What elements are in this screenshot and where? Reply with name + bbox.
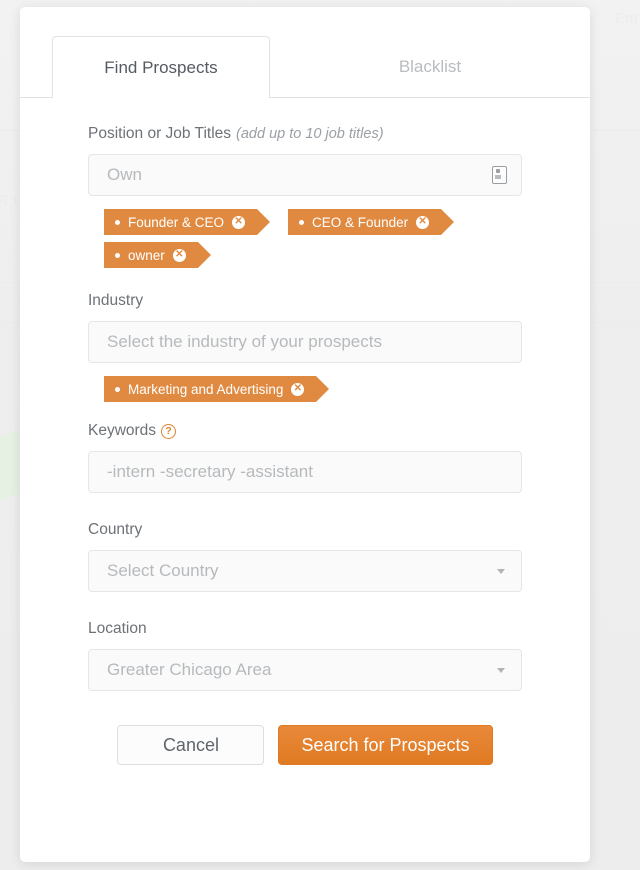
tag-bullet-icon <box>115 219 120 225</box>
position-tag-list: Founder & CEO ✕ CEO & Founder ✕ owner ✕ <box>104 209 522 268</box>
find-prospects-modal: Find Prospects Blacklist Position or Job… <box>20 7 590 862</box>
keywords-label-row: Keywords ? <box>88 422 522 440</box>
modal-footer: Cancel Search for Prospects <box>88 725 522 765</box>
modal-body: Position or Job Titles (add up to 10 job… <box>20 97 590 765</box>
country-select-value: Select Country <box>107 561 219 580</box>
tag-label: CEO & Founder <box>312 214 409 230</box>
country-label-row: Country <box>88 521 522 539</box>
tag-remove-icon[interactable]: ✕ <box>172 248 186 262</box>
cancel-button[interactable]: Cancel <box>117 725 265 765</box>
position-label-hint: (add up to 10 job titles) <box>236 126 384 142</box>
tag-label: Founder & CEO <box>128 214 225 230</box>
position-input-wrapper[interactable]: Own <box>88 154 522 196</box>
industry-tag-list: Marketing and Advertising ✕ <box>104 376 522 402</box>
position-input[interactable]: Own <box>107 165 492 185</box>
search-for-prospects-button[interactable]: Search for Prospects <box>278 725 493 765</box>
industry-label: Industry <box>88 292 144 309</box>
keywords-input-wrapper[interactable]: -intern -secretary -assistant <box>88 451 522 493</box>
position-label-row: Position or Job Titles (add up to 10 job… <box>88 125 522 143</box>
tag-bullet-icon <box>115 386 120 392</box>
chevron-down-icon <box>497 568 505 574</box>
industry-input-wrapper[interactable]: Select the industry of your prospects <box>88 321 522 363</box>
tag-bullet-icon <box>115 252 120 258</box>
tag-label: Marketing and Advertising <box>128 381 284 397</box>
location-select[interactable]: Greater Chicago Area <box>88 649 522 691</box>
tag-remove-icon[interactable]: ✕ <box>232 215 246 229</box>
keywords-label: Keywords <box>88 422 157 439</box>
tag-item[interactable]: Marketing and Advertising ✕ <box>104 376 330 402</box>
tag-bullet-icon <box>299 219 305 225</box>
industry-label-row: Industry <box>88 292 522 310</box>
keywords-input[interactable]: -intern -secretary -assistant <box>107 462 507 482</box>
tag-remove-icon[interactable]: ✕ <box>416 215 430 229</box>
id-card-icon[interactable] <box>492 166 507 184</box>
country-select[interactable]: Select Country <box>88 550 522 592</box>
tab-bar: Find Prospects Blacklist <box>20 7 590 98</box>
tag-item[interactable]: CEO & Founder ✕ <box>288 209 455 235</box>
tag-remove-icon[interactable]: ✕ <box>291 382 305 396</box>
country-label: Country <box>88 521 143 538</box>
backdrop-text-email: Em <box>615 10 638 27</box>
tag-item[interactable]: Founder & CEO ✕ <box>104 209 271 235</box>
tag-label: owner <box>128 247 165 263</box>
location-label: Location <box>88 620 147 637</box>
question-mark-icon[interactable]: ? <box>161 423 177 439</box>
position-label: Position or Job Titles <box>88 125 232 142</box>
location-select-value: Greater Chicago Area <box>107 660 272 679</box>
chevron-down-icon <box>497 667 505 673</box>
industry-input[interactable]: Select the industry of your prospects <box>107 332 507 352</box>
tab-find-prospects[interactable]: Find Prospects <box>52 36 270 98</box>
tab-blacklist[interactable]: Blacklist <box>270 36 590 98</box>
backdrop-text-left: OR L <box>0 192 22 209</box>
location-label-row: Location <box>88 620 522 638</box>
tag-item[interactable]: owner ✕ <box>104 242 211 268</box>
